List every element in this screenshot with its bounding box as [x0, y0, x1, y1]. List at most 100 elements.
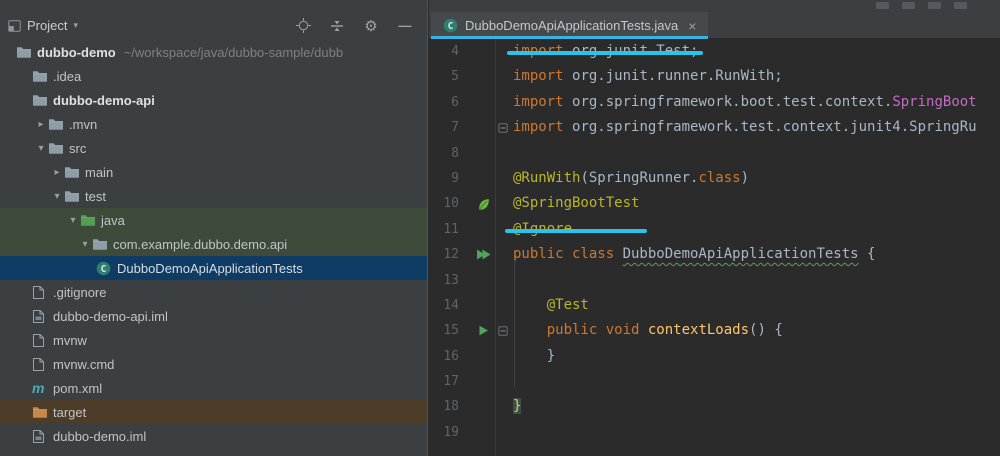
gutter-spacer [471, 90, 495, 115]
tree-item-test[interactable]: ▾ test [0, 184, 427, 208]
tree-item-dubbo-demo[interactable]: dubbo-demo ~/workspace/java/dubbo-sample/… [0, 40, 427, 64]
code-text: @RunWith(SpringRunner.class) [513, 169, 750, 186]
tree-item-com-example-dubbo-demo-api[interactable]: ▾ com.example.dubbo.demo.api [0, 232, 427, 256]
locate-icon[interactable] [295, 18, 311, 34]
tree-item-target[interactable]: target [0, 400, 427, 424]
chevron-collapsed-icon[interactable]: ▸ [34, 119, 48, 130]
code-line-19[interactable]: 19 [429, 420, 1000, 445]
tree-item-dubbodemoapiapplicationtests[interactable]: C DubboDemoApiApplicationTests [0, 256, 427, 280]
editor-area[interactable]: C DubboDemoApiApplicationTests.java × 4i… [429, 0, 1000, 456]
gutter-spacer [471, 217, 495, 242]
editor-tab-active[interactable]: C DubboDemoApiApplicationTests.java × [431, 12, 709, 39]
code-line-8[interactable]: 8 [429, 141, 1000, 166]
gutter-spacer [471, 268, 495, 293]
toolbar-icon[interactable] [876, 2, 889, 9]
tree-item-mvnw[interactable]: mvnw [0, 328, 427, 352]
tree-item-dubbo-demo-api[interactable]: dubbo-demo-api [0, 88, 427, 112]
gutter-spacer [471, 166, 495, 191]
gutter-spacer [471, 115, 495, 140]
gutter-spacer [471, 64, 495, 89]
run-all-tests-icon[interactable] [471, 242, 495, 267]
line-number: 14 [443, 297, 459, 313]
close-icon[interactable]: × [688, 18, 696, 34]
tree-item-label: dubbo-demo [37, 44, 116, 60]
code-line-18[interactable]: 18} [429, 394, 1000, 419]
chevron-expanded-icon[interactable]: ▾ [66, 215, 80, 226]
line-number: 5 [451, 69, 459, 85]
tree-item-label: main [85, 164, 114, 180]
ide-window: Project ▾ ⚙ — dubbo-demo ~/workspace/java/… [0, 0, 1000, 456]
file-iml-icon [32, 308, 50, 324]
code-text: public class DubboDemoApiApplicationTest… [513, 246, 876, 263]
tree-item-dubbo-demo-api-iml[interactable]: dubbo-demo-api.iml [0, 304, 427, 328]
code-line-6[interactable]: 6 import org.springframework.boot.test.co… [429, 90, 1000, 115]
project-tool-window: Project ▾ ⚙ — dubbo-demo ~/workspace/java/… [0, 0, 428, 456]
code-text: public void contextLoads() { [546, 322, 783, 339]
tree-item-src[interactable]: ▾ src [0, 136, 427, 160]
gutter-spacer [471, 39, 495, 64]
folder-icon [32, 68, 50, 84]
hide-icon[interactable]: — [397, 18, 413, 34]
tree-item--idea[interactable]: .idea [0, 64, 427, 88]
tree-item-java[interactable]: ▾ java [0, 208, 427, 232]
tab-filename: DubboDemoApiApplicationTests.java [465, 18, 679, 33]
gutter-separator [495, 39, 496, 456]
fold-marker-icon[interactable] [495, 115, 511, 140]
chevron-expanded-icon[interactable]: ▾ [50, 191, 64, 202]
tree-item-label: dubbo-demo-api.iml [53, 308, 168, 324]
tree-item--gitignore[interactable]: .gitignore [0, 280, 427, 304]
gutter-spacer [471, 141, 495, 166]
spring-bean-icon[interactable] [471, 191, 495, 216]
file-icon [32, 356, 50, 372]
chevron-collapsed-icon[interactable]: ▸ [50, 167, 64, 178]
line-number: 4 [451, 44, 459, 59]
tree-item-label: dubbo-demo-api [53, 92, 155, 108]
fold-marker-icon[interactable] [495, 318, 511, 343]
line-number: 9 [451, 170, 459, 186]
file-icon [32, 332, 50, 348]
code-line-9[interactable]: 9 @RunWith(SpringRunner.class) [429, 166, 1000, 191]
toolbar-icon[interactable] [902, 2, 915, 9]
maven-icon: m [32, 380, 45, 396]
toolbar-icon[interactable] [954, 2, 967, 9]
tree-item-label: mvnw.cmd [53, 356, 115, 372]
tree-item-label: .idea [53, 68, 82, 84]
code-line-7[interactable]: 7 import org.springframework.test.context… [429, 115, 1000, 140]
run-test-icon[interactable] [471, 318, 495, 343]
code-text: import org.springframework.boot.test.con… [513, 93, 977, 110]
folder-excluded-icon [32, 404, 50, 420]
chevron-expanded-icon[interactable]: ▾ [78, 239, 92, 250]
code-line-10[interactable]: 10 @SpringBootTest [429, 191, 1000, 216]
tree-item-label: DubboDemoApiApplicationTests [117, 260, 303, 276]
tree-item-pom-xml[interactable]: m pom.xml [0, 376, 427, 400]
line-number: 8 [451, 145, 459, 161]
svg-text:C: C [448, 21, 454, 32]
collapse-all-icon[interactable] [329, 18, 345, 34]
tree-item-mvnw-cmd[interactable]: mvnw.cmd [0, 352, 427, 376]
settings-icon[interactable]: ⚙ [363, 18, 379, 35]
toolbar-icon[interactable] [928, 2, 941, 9]
tree-item-label: com.example.dubbo.demo.api [113, 236, 288, 252]
tree-item-main[interactable]: ▸ main [0, 160, 427, 184]
code-editor[interactable]: 4import org.junit.Test;5import org.junit… [429, 39, 1000, 456]
tree-item--mvn[interactable]: ▸ .mvn [0, 112, 427, 136]
gutter-spacer [471, 394, 495, 419]
chevron-down-icon[interactable]: ▾ [73, 20, 78, 31]
panel-title[interactable]: Project [27, 18, 67, 33]
tree-item-dubbo-demo-iml[interactable]: dubbo-demo.iml [0, 424, 427, 448]
chevron-expanded-icon[interactable]: ▾ [34, 143, 48, 154]
tree-item-label: .mvn [69, 116, 98, 132]
line-number: 10 [443, 196, 459, 212]
code-line-5[interactable]: 5 import org.junit.runner.RunWith; [429, 64, 1000, 89]
tree-item-label: mvnw [53, 332, 87, 348]
folder-icon [16, 44, 34, 60]
project-tree: dubbo-demo ~/workspace/java/dubbo-sample/… [0, 40, 427, 448]
tree-item-label: .gitignore [53, 284, 107, 300]
class-icon: C [96, 260, 114, 276]
